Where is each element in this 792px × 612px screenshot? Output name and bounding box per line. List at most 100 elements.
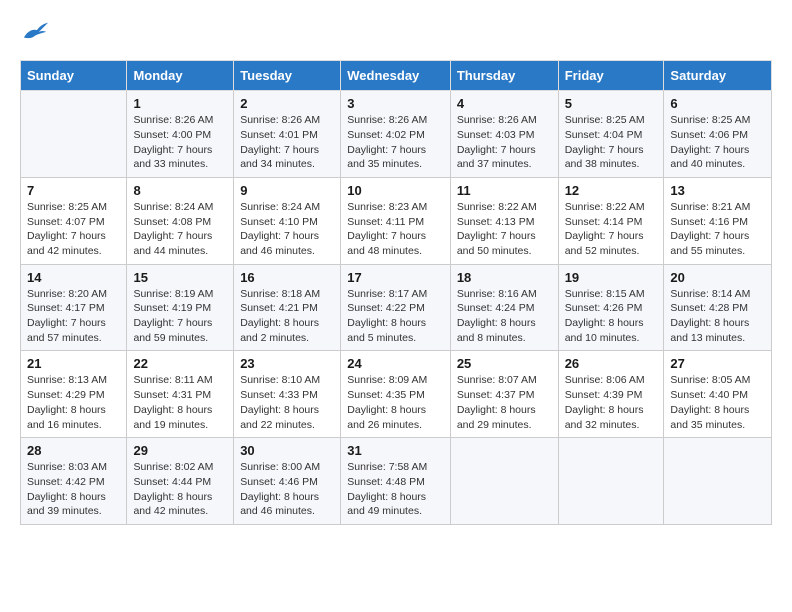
calendar-cell: 3 Sunrise: 8:26 AM Sunset: 4:02 PM Daylig… xyxy=(341,91,451,178)
calendar-cell: 7Sunrise: 8:25 AM Sunset: 4:07 PM Daylig… xyxy=(21,177,127,264)
calendar-cell: 17 Sunrise: 8:17 AM Sunset: 4:22 PM Dayli… xyxy=(341,264,451,351)
day-number: 5 xyxy=(565,96,658,111)
day-number: 29 xyxy=(133,443,227,458)
logo xyxy=(20,20,50,44)
calendar-cell: 22 Sunrise: 8:11 AM Sunset: 4:31 PM Dayli… xyxy=(127,351,234,438)
day-number: 27 xyxy=(670,356,765,371)
day-number: 26 xyxy=(565,356,658,371)
calendar-table: SundayMondayTuesdayWednesdayThursdayFrid… xyxy=(20,60,772,525)
calendar-cell: 21 Sunrise: 8:13 AM Sunset: 4:29 PM Dayli… xyxy=(21,351,127,438)
day-number: 8 xyxy=(133,183,227,198)
week-row-1: 1 Sunrise: 8:26 AM Sunset: 4:00 PM Daylig… xyxy=(21,91,772,178)
day-info: Sunrise: 8:10 AM Sunset: 4:33 PM Dayligh… xyxy=(240,373,334,432)
week-row-4: 21 Sunrise: 8:13 AM Sunset: 4:29 PM Dayli… xyxy=(21,351,772,438)
calendar-cell: 27 Sunrise: 8:05 AM Sunset: 4:40 PM Dayli… xyxy=(664,351,772,438)
day-info: Sunrise: 8:24 AM Sunset: 4:08 PM Dayligh… xyxy=(133,200,227,259)
day-number: 19 xyxy=(565,270,658,285)
day-info: Sunrise: 8:09 AM Sunset: 4:35 PM Dayligh… xyxy=(347,373,444,432)
logo-bird-icon xyxy=(22,20,50,42)
day-info: Sunrise: 8:02 AM Sunset: 4:44 PM Dayligh… xyxy=(133,460,227,519)
calendar-cell: 28 Sunrise: 8:03 AM Sunset: 4:42 PM Dayli… xyxy=(21,438,127,525)
calendar-cell: 5 Sunrise: 8:25 AM Sunset: 4:04 PM Daylig… xyxy=(558,91,664,178)
day-number: 10 xyxy=(347,183,444,198)
day-info: Sunrise: 8:13 AM Sunset: 4:29 PM Dayligh… xyxy=(27,373,120,432)
day-info: Sunrise: 8:05 AM Sunset: 4:40 PM Dayligh… xyxy=(670,373,765,432)
day-info: Sunrise: 8:07 AM Sunset: 4:37 PM Dayligh… xyxy=(457,373,552,432)
calendar-cell xyxy=(450,438,558,525)
calendar-cell: 25 Sunrise: 8:07 AM Sunset: 4:37 PM Dayli… xyxy=(450,351,558,438)
day-info: Sunrise: 8:22 AM Sunset: 4:14 PM Dayligh… xyxy=(565,200,658,259)
calendar-cell: 15Sunrise: 8:19 AM Sunset: 4:19 PM Dayli… xyxy=(127,264,234,351)
day-info: Sunrise: 8:24 AM Sunset: 4:10 PM Dayligh… xyxy=(240,200,334,259)
calendar-cell: 16 Sunrise: 8:18 AM Sunset: 4:21 PM Dayli… xyxy=(234,264,341,351)
day-number: 14 xyxy=(27,270,120,285)
day-number: 15 xyxy=(133,270,227,285)
day-number: 22 xyxy=(133,356,227,371)
day-info: Sunrise: 8:00 AM Sunset: 4:46 PM Dayligh… xyxy=(240,460,334,519)
day-info: Sunrise: 8:25 AM Sunset: 4:04 PM Dayligh… xyxy=(565,113,658,172)
calendar-cell: 10 Sunrise: 8:23 AM Sunset: 4:11 PM Dayli… xyxy=(341,177,451,264)
day-number: 1 xyxy=(133,96,227,111)
calendar-cell: 14 Sunrise: 8:20 AM Sunset: 4:17 PM Dayli… xyxy=(21,264,127,351)
day-info: Sunrise: 8:18 AM Sunset: 4:21 PM Dayligh… xyxy=(240,287,334,346)
day-number: 17 xyxy=(347,270,444,285)
day-info: Sunrise: 8:25 AM Sunset: 4:06 PM Dayligh… xyxy=(670,113,765,172)
calendar-cell: 2 Sunrise: 8:26 AM Sunset: 4:01 PM Daylig… xyxy=(234,91,341,178)
day-info: Sunrise: 8:14 AM Sunset: 4:28 PM Dayligh… xyxy=(670,287,765,346)
day-info: Sunrise: 8:17 AM Sunset: 4:22 PM Dayligh… xyxy=(347,287,444,346)
day-number: 12 xyxy=(565,183,658,198)
calendar-cell xyxy=(558,438,664,525)
day-number: 23 xyxy=(240,356,334,371)
day-info: Sunrise: 8:26 AM Sunset: 4:00 PM Dayligh… xyxy=(133,113,227,172)
calendar-cell xyxy=(21,91,127,178)
column-header-friday: Friday xyxy=(558,61,664,91)
day-info: Sunrise: 8:11 AM Sunset: 4:31 PM Dayligh… xyxy=(133,373,227,432)
column-header-tuesday: Tuesday xyxy=(234,61,341,91)
day-number: 21 xyxy=(27,356,120,371)
calendar-cell: 31 Sunrise: 7:58 AM Sunset: 4:48 PM Dayli… xyxy=(341,438,451,525)
calendar-cell: 24 Sunrise: 8:09 AM Sunset: 4:35 PM Dayli… xyxy=(341,351,451,438)
day-number: 25 xyxy=(457,356,552,371)
day-number: 28 xyxy=(27,443,120,458)
day-info: Sunrise: 8:03 AM Sunset: 4:42 PM Dayligh… xyxy=(27,460,120,519)
calendar-cell: 30 Sunrise: 8:00 AM Sunset: 4:46 PM Dayli… xyxy=(234,438,341,525)
day-info: Sunrise: 8:26 AM Sunset: 4:02 PM Dayligh… xyxy=(347,113,444,172)
day-info: Sunrise: 8:15 AM Sunset: 4:26 PM Dayligh… xyxy=(565,287,658,346)
calendar-cell: 13 Sunrise: 8:21 AM Sunset: 4:16 PM Dayli… xyxy=(664,177,772,264)
calendar-cell: 19 Sunrise: 8:15 AM Sunset: 4:26 PM Dayli… xyxy=(558,264,664,351)
calendar-cell: 29 Sunrise: 8:02 AM Sunset: 4:44 PM Dayli… xyxy=(127,438,234,525)
day-number: 6 xyxy=(670,96,765,111)
day-number: 31 xyxy=(347,443,444,458)
day-number: 3 xyxy=(347,96,444,111)
calendar-cell: 12 Sunrise: 8:22 AM Sunset: 4:14 PM Dayli… xyxy=(558,177,664,264)
day-info: Sunrise: 8:21 AM Sunset: 4:16 PM Dayligh… xyxy=(670,200,765,259)
day-info: Sunrise: 7:58 AM Sunset: 4:48 PM Dayligh… xyxy=(347,460,444,519)
day-info: Sunrise: 8:20 AM Sunset: 4:17 PM Dayligh… xyxy=(27,287,120,346)
day-info: Sunrise: 8:25 AM Sunset: 4:07 PM Dayligh… xyxy=(27,200,120,259)
day-number: 20 xyxy=(670,270,765,285)
calendar-cell: 18Sunrise: 8:16 AM Sunset: 4:24 PM Dayli… xyxy=(450,264,558,351)
week-row-2: 7Sunrise: 8:25 AM Sunset: 4:07 PM Daylig… xyxy=(21,177,772,264)
day-number: 2 xyxy=(240,96,334,111)
calendar-cell xyxy=(664,438,772,525)
day-info: Sunrise: 8:26 AM Sunset: 4:01 PM Dayligh… xyxy=(240,113,334,172)
calendar-cell: 1 Sunrise: 8:26 AM Sunset: 4:00 PM Daylig… xyxy=(127,91,234,178)
calendar-cell: 11 Sunrise: 8:22 AM Sunset: 4:13 PM Dayli… xyxy=(450,177,558,264)
day-info: Sunrise: 8:22 AM Sunset: 4:13 PM Dayligh… xyxy=(457,200,552,259)
calendar-cell: 23 Sunrise: 8:10 AM Sunset: 4:33 PM Dayli… xyxy=(234,351,341,438)
day-info: Sunrise: 8:06 AM Sunset: 4:39 PM Dayligh… xyxy=(565,373,658,432)
calendar-cell: 20 Sunrise: 8:14 AM Sunset: 4:28 PM Dayli… xyxy=(664,264,772,351)
column-header-saturday: Saturday xyxy=(664,61,772,91)
day-info: Sunrise: 8:23 AM Sunset: 4:11 PM Dayligh… xyxy=(347,200,444,259)
day-number: 13 xyxy=(670,183,765,198)
calendar-cell: 9Sunrise: 8:24 AM Sunset: 4:10 PM Daylig… xyxy=(234,177,341,264)
column-header-thursday: Thursday xyxy=(450,61,558,91)
calendar-body: 1 Sunrise: 8:26 AM Sunset: 4:00 PM Daylig… xyxy=(21,91,772,525)
day-number: 18 xyxy=(457,270,552,285)
day-number: 30 xyxy=(240,443,334,458)
day-number: 16 xyxy=(240,270,334,285)
calendar-cell: 4Sunrise: 8:26 AM Sunset: 4:03 PM Daylig… xyxy=(450,91,558,178)
week-row-5: 28 Sunrise: 8:03 AM Sunset: 4:42 PM Dayli… xyxy=(21,438,772,525)
day-number: 24 xyxy=(347,356,444,371)
day-number: 11 xyxy=(457,183,552,198)
